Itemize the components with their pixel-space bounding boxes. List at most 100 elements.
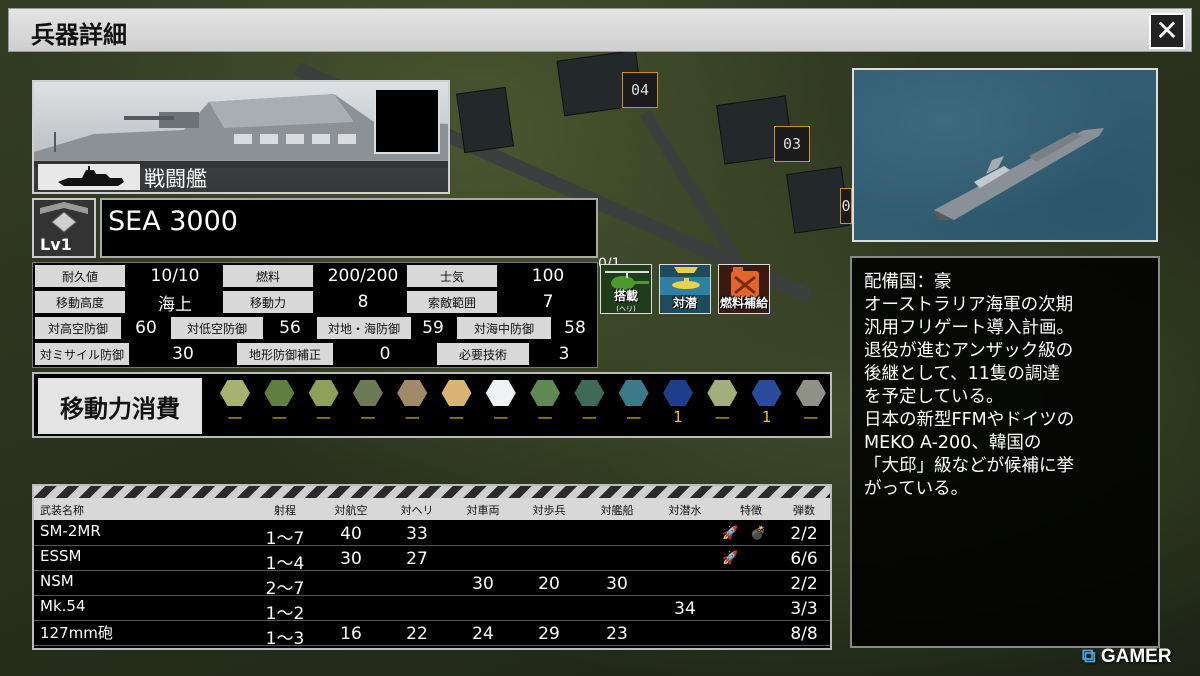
weapon-vehicle: 24 bbox=[472, 624, 494, 644]
ship-silhouette-icon bbox=[38, 164, 140, 190]
header-anti-vehicle: 対車両 bbox=[466, 504, 500, 517]
weapon-vehicle: 30 bbox=[472, 574, 494, 594]
terrain-cost-11: — bbox=[705, 380, 739, 434]
weapon-ammo: 6/6 bbox=[790, 549, 818, 569]
description-line: MEKO A-200、韓国の bbox=[864, 433, 1042, 453]
weapon-ammo: 8/8 bbox=[790, 624, 818, 644]
weapons-header: 武装名称 射程 対航空 対ヘリ 対車両 対歩兵 対艦船 対潜水 特徴 弾数 bbox=[34, 498, 830, 520]
stat-label-search: 索敵範囲 bbox=[407, 291, 497, 313]
description-line: 日本の新型FFMやドイツの bbox=[864, 410, 1075, 430]
stat-value-morale: 100 bbox=[531, 266, 565, 286]
weapon-ammo: 2/2 bbox=[790, 524, 818, 544]
weapon-air: 16 bbox=[340, 624, 362, 644]
close-button[interactable]: ✕ bbox=[1149, 13, 1185, 49]
close-icon: ✕ bbox=[1155, 14, 1179, 47]
weapon-air: 30 bbox=[340, 549, 362, 569]
terrain-hex-icon bbox=[264, 380, 295, 406]
weapon-infantry: 29 bbox=[538, 624, 560, 644]
header-anti-infantry: 対歩兵 bbox=[532, 504, 566, 517]
unit-name: SEA 3000 bbox=[108, 206, 238, 237]
terrain-cost-value: — bbox=[581, 408, 597, 426]
stat-label-def-undersea: 対海中防御 bbox=[457, 317, 551, 339]
stat-label-fuel: 燃料 bbox=[223, 265, 313, 287]
terrain-cost-value: — bbox=[271, 408, 287, 426]
stat-label-def-low-air: 対低空防御 bbox=[171, 317, 263, 339]
terrain-hex-icon bbox=[308, 380, 339, 406]
weapon-range: 1〜7 bbox=[265, 529, 305, 549]
terrain-hex-icon bbox=[530, 380, 561, 406]
gamer-logo-text: GAMER bbox=[1100, 646, 1172, 667]
weapons-table: 武装名称 射程 対航空 対ヘリ 対車両 対歩兵 対艦船 対潜水 特徴 弾数 SM… bbox=[32, 484, 832, 650]
unit-type-label: 戦闘艦 bbox=[144, 167, 207, 191]
header-anti-heli: 対ヘリ bbox=[400, 504, 434, 517]
ability-anti-sub[interactable]: 対潜 bbox=[659, 264, 711, 314]
weapon-heli: 33 bbox=[406, 524, 428, 544]
terrain-cost-value: — bbox=[316, 408, 332, 426]
title-bar: 兵器詳細 ✕ bbox=[8, 8, 1192, 52]
terrain-cost-12: 1 bbox=[750, 380, 784, 434]
missile-icon: 🚀 bbox=[722, 526, 739, 541]
gamer-watermark: ⧉ GAMER bbox=[1082, 646, 1172, 668]
terrain-cost-1: — bbox=[262, 380, 296, 434]
weapon-row[interactable]: SM-2MR 1〜7 40 33 2/2 🚀 💣 bbox=[34, 522, 830, 549]
stat-value-search: 7 bbox=[542, 292, 554, 312]
ability-refuel[interactable]: 燃料補給 bbox=[718, 264, 770, 314]
terrain-cost-4: — bbox=[395, 380, 429, 434]
terrain-cost-value: — bbox=[714, 408, 730, 426]
bomb-icon: 💣 bbox=[750, 526, 767, 541]
ability-anti-sub-label: 対潜 bbox=[672, 296, 697, 310]
description-line: 配備国：豪 bbox=[864, 272, 952, 292]
terrain-cost-value: — bbox=[404, 408, 420, 426]
terrain-cost-10: 1 bbox=[661, 380, 695, 434]
gamer-logo-icon: ⧉ bbox=[1082, 646, 1096, 667]
ship-model-art bbox=[934, 128, 1104, 220]
stat-value-def-ground-sea: 59 bbox=[422, 318, 444, 338]
weapon-ammo: 3/3 bbox=[790, 599, 818, 619]
stat-value-fuel: 200/200 bbox=[327, 266, 399, 286]
header-weapon-name: 武装名称 bbox=[40, 504, 84, 517]
terrain-hex-icon bbox=[574, 380, 605, 406]
ability-heli-label: 搭載 bbox=[613, 289, 638, 303]
stat-value-tech: 3 bbox=[558, 344, 570, 364]
terrain-hex-icon bbox=[441, 380, 472, 406]
weapon-row[interactable]: ESSM 1〜4 30 27 6/6 🚀 bbox=[34, 547, 830, 574]
header-anti-ship: 対艦船 bbox=[600, 504, 634, 517]
weapon-row[interactable]: NSM 2〜7 30 20 30 2/2 bbox=[34, 572, 830, 599]
stat-label-terrain-bonus: 地形防御補正 bbox=[237, 343, 333, 365]
ability-heli-carry[interactable]: 搭載 (ヘリ) bbox=[600, 264, 652, 314]
terrain-cost-value: — bbox=[449, 408, 464, 426]
terrain-cost-value: 1 bbox=[761, 408, 772, 426]
stat-value-def-low-air: 56 bbox=[279, 318, 301, 338]
unit-type-bar: 戦闘艦 bbox=[34, 160, 448, 192]
terrain-hex-icon bbox=[220, 380, 250, 406]
stat-label-def-missile: 対ミサイル防御 bbox=[35, 343, 129, 365]
weapon-row[interactable]: Mk.54 1〜2 34 3/3 bbox=[34, 597, 830, 624]
terrain-cost-value: — bbox=[360, 408, 376, 426]
description-line: 後継として、11隻の調達 bbox=[864, 364, 1060, 384]
weapon-name: ESSM bbox=[40, 547, 82, 565]
weapon-row[interactable]: 127mm砲 1〜3 16 22 24 29 23 8/8 bbox=[34, 622, 830, 649]
terrain-cost-13: — bbox=[794, 380, 828, 434]
hazard-stripe bbox=[34, 486, 830, 498]
weapon-name: NSM bbox=[40, 572, 74, 590]
weapon-range: 1〜2 bbox=[265, 604, 305, 624]
unit-portrait: 戦闘艦 bbox=[32, 80, 450, 194]
weapon-heli: 22 bbox=[406, 624, 428, 644]
terrain-cost-value: — bbox=[803, 408, 819, 426]
header-anti-air: 対航空 bbox=[334, 504, 368, 517]
stat-value-def-undersea: 58 bbox=[564, 318, 586, 338]
terrain-cost-value: — bbox=[626, 408, 642, 426]
weapon-name: 127mm砲 bbox=[40, 624, 113, 642]
stats-row-3: 対高空防御 60 対低空防御 56 対地・海防御 59 対海中防御 58 bbox=[33, 316, 599, 340]
map-tile-04: 04 bbox=[622, 72, 658, 108]
description-panel: 配備国：豪 オーストラリア海軍の次期 汎用フリゲート導入計画。 退役が進むアンザ… bbox=[850, 256, 1160, 648]
terrain-hex-icon bbox=[352, 380, 383, 406]
stat-label-def-ground-sea: 対地・海防御 bbox=[317, 317, 411, 339]
movement-cost-label: 移動力消費 bbox=[38, 378, 202, 434]
description-line: を予定している。 bbox=[864, 387, 1004, 407]
terrain-cost-value: — bbox=[493, 408, 509, 426]
description-line: がっている。 bbox=[864, 479, 969, 499]
header-traits: 特徴 bbox=[740, 504, 762, 517]
terrain-cost-5: — bbox=[440, 380, 474, 434]
weapon-range: 2〜7 bbox=[265, 579, 305, 599]
